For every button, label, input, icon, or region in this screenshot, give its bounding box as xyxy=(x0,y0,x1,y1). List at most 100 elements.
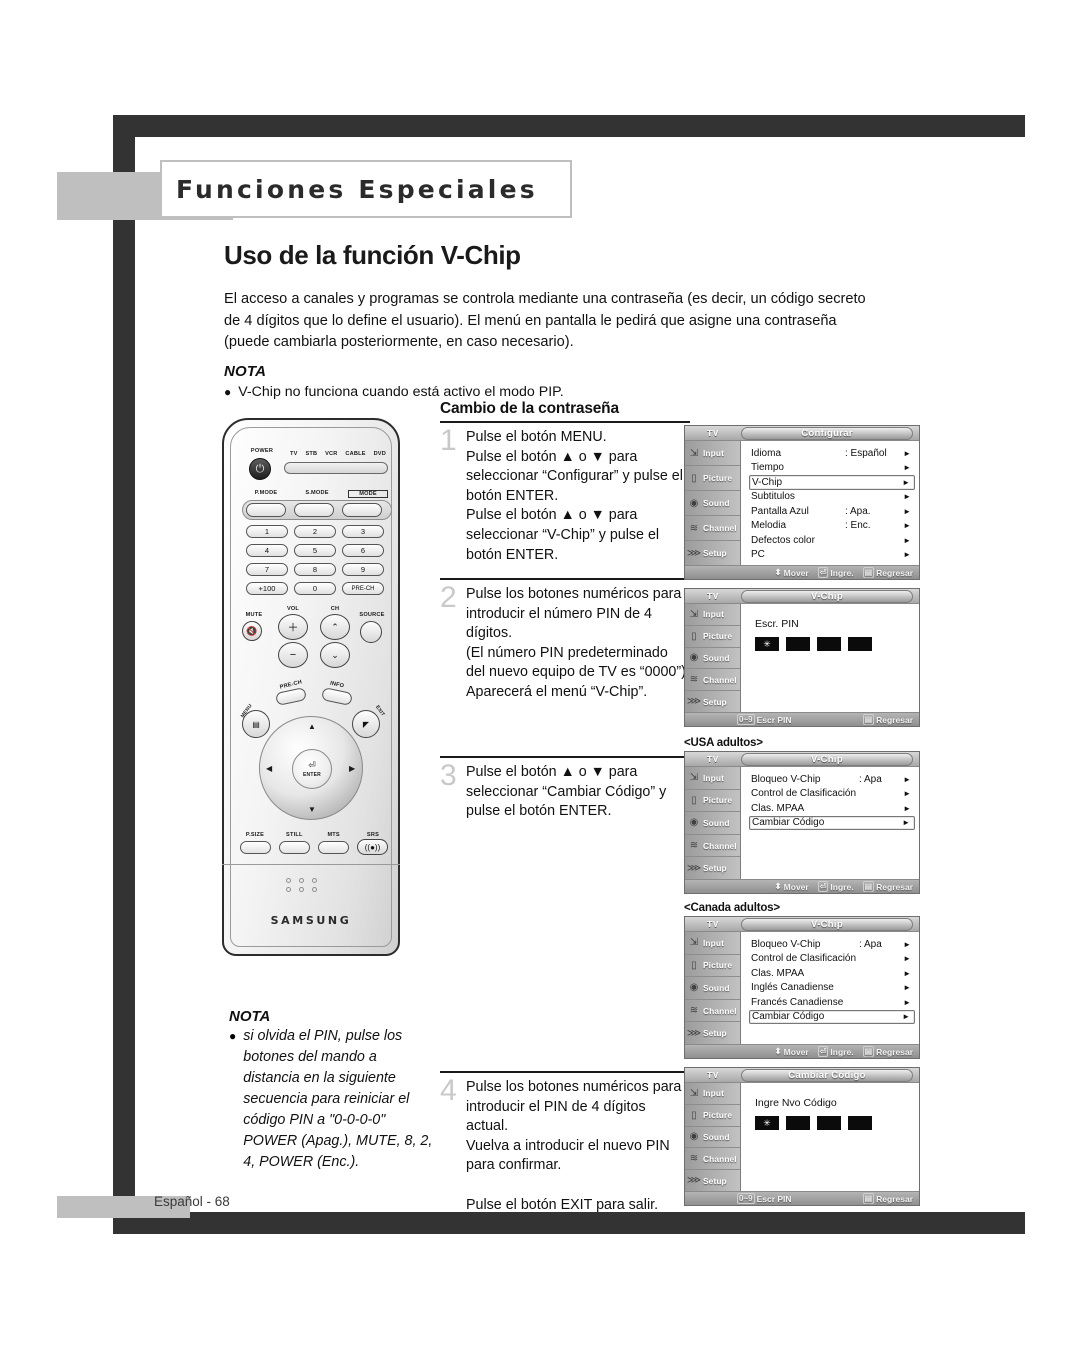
sidebar-item-sound[interactable]: ◉ Sound xyxy=(685,812,740,835)
pmode-button[interactable] xyxy=(246,503,286,517)
osd-body: ⇲ Input ▯ Picture ◉ Sound ≋ Channel ⋙ Se… xyxy=(685,932,919,1044)
sidebar-item-picture[interactable]: ▯ Picture xyxy=(685,1105,740,1127)
pin-boxes[interactable]: ✳ xyxy=(755,637,919,651)
srs-button[interactable]: ((●)) xyxy=(357,839,388,855)
menu-row[interactable]: Clas. MPAA ► xyxy=(749,966,915,981)
menu-row[interactable]: Subtitulos ► xyxy=(749,490,915,505)
vol-label: VOL xyxy=(286,606,300,612)
menu-row-selected[interactable]: Cambiar Código ► xyxy=(749,815,915,830)
footer-return-label: Regresar xyxy=(876,1193,913,1204)
num-key-4[interactable]: 4 xyxy=(246,544,288,557)
mute-label: MUTE xyxy=(245,612,263,618)
channel-down-button[interactable]: ⌄ xyxy=(320,642,350,668)
mts-button[interactable] xyxy=(318,841,349,854)
num-key-plus100[interactable]: +100 xyxy=(246,582,288,595)
step-4: 4 Pulse los botones numéricos para intro… xyxy=(440,1071,690,1241)
sidebar-item-input[interactable]: ⇲ Input xyxy=(685,604,740,626)
brand-logo: SAMSUNG xyxy=(270,914,352,927)
still-button[interactable] xyxy=(279,841,310,854)
pre-ch-button[interactable]: PRE-CH xyxy=(342,582,384,595)
channel-up-button[interactable]: ⌃ xyxy=(320,614,350,640)
pin-digit-2[interactable] xyxy=(786,637,810,651)
num-key-3[interactable]: 3 xyxy=(342,525,384,538)
sidebar-item-channel[interactable]: ≋ Channel xyxy=(685,1148,740,1171)
sidebar-item-channel[interactable]: ≋ Channel xyxy=(685,1000,740,1023)
pin-digit-1[interactable]: ✳ xyxy=(755,637,779,651)
num-key-0[interactable]: 0 xyxy=(294,582,336,595)
sidebar-label: Setup xyxy=(703,548,727,558)
sidebar-item-sound[interactable]: ◉ Sound xyxy=(685,1127,740,1149)
sidebar-item-setup[interactable]: ⋙ Setup xyxy=(685,857,740,879)
pin-digit-2[interactable] xyxy=(786,1116,810,1130)
sidebar-item-picture[interactable]: ▯ Picture xyxy=(685,955,740,978)
updown-icon: ⬍ xyxy=(774,567,782,577)
osd-tv-label: TV xyxy=(707,428,719,438)
sidebar-item-channel[interactable]: ≋ Channel xyxy=(685,669,740,692)
sidebar-item-input[interactable]: ⇲ Input xyxy=(685,1083,740,1105)
menu-row[interactable]: Clas. MPAA ► xyxy=(749,801,915,816)
pin-boxes[interactable]: ✳ xyxy=(755,1116,919,1130)
sidebar-item-input[interactable]: ⇲ Input xyxy=(685,441,740,466)
sidebar-item-input[interactable]: ⇲ Input xyxy=(685,767,740,790)
sidebar-item-input[interactable]: ⇲ Input xyxy=(685,932,740,955)
pin-digit-3[interactable] xyxy=(817,637,841,651)
menu-row[interactable]: Inglés Canadiense ► xyxy=(749,981,915,996)
sidebar-item-sound[interactable]: ◉ Sound xyxy=(685,977,740,1000)
pin-digit-3[interactable] xyxy=(817,1116,841,1130)
sidebar-item-setup[interactable]: ⋙ Setup xyxy=(685,691,740,712)
num-key-1[interactable]: 1 xyxy=(246,525,288,538)
sidebar-item-picture[interactable]: ▯ Picture xyxy=(685,626,740,648)
num-key-5[interactable]: 5 xyxy=(294,544,336,557)
dpad-right-icon[interactable]: ▶ xyxy=(349,764,355,773)
menu-row[interactable]: Idioma : Español ► xyxy=(749,446,915,461)
dpad-up-icon[interactable]: ▲ xyxy=(308,722,316,731)
menu-row[interactable]: Control de Clasificación ► xyxy=(749,952,915,967)
num-key-6[interactable]: 6 xyxy=(342,544,384,557)
menu-row[interactable]: PC ► xyxy=(749,548,915,563)
sidebar-item-picture[interactable]: ▯ Picture xyxy=(685,466,740,491)
sidebar-item-picture[interactable]: ▯ Picture xyxy=(685,790,740,813)
mode-button[interactable] xyxy=(342,503,382,517)
device-mode-strip[interactable] xyxy=(284,462,388,474)
exit-button[interactable]: ◤ xyxy=(352,710,380,738)
sidebar-item-sound[interactable]: ◉ Sound xyxy=(685,491,740,516)
menu-row[interactable]: Bloqueo V-Chip : Apa ► xyxy=(749,937,915,952)
volume-up-button[interactable]: ＋ xyxy=(278,614,308,640)
sidebar-item-setup[interactable]: ⋙ Setup xyxy=(685,1170,740,1191)
sidebar-item-channel[interactable]: ≋ Channel xyxy=(685,516,740,541)
menu-row[interactable]: Melodia : Enc. ► xyxy=(749,519,915,534)
menu-row-selected[interactable]: V-Chip ► xyxy=(749,475,915,490)
num-key-8[interactable]: 8 xyxy=(294,563,336,576)
num-key-9[interactable]: 9 xyxy=(342,563,384,576)
sidebar-label: Sound xyxy=(703,498,730,508)
sidebar-item-channel[interactable]: ≋ Channel xyxy=(685,835,740,858)
dpad-left-icon[interactable]: ◀ xyxy=(266,764,272,773)
volume-down-button[interactable]: − xyxy=(278,642,308,668)
num-key-7[interactable]: 7 xyxy=(246,563,288,576)
menu-row-selected[interactable]: Cambiar Código ► xyxy=(749,1009,915,1024)
sidebar-item-setup[interactable]: ⋙ Setup xyxy=(685,541,740,565)
sidebar-item-setup[interactable]: ⋙ Setup xyxy=(685,1022,740,1044)
mute-button[interactable]: 🔇 xyxy=(242,621,262,641)
psize-button[interactable] xyxy=(240,841,271,854)
sidebar-item-sound[interactable]: ◉ Sound xyxy=(685,648,740,670)
num-key-2[interactable]: 2 xyxy=(294,525,336,538)
menu-row[interactable]: Pantalla Azul : Apa. ► xyxy=(749,504,915,519)
menu-row[interactable]: Bloqueo V-Chip : Apa ► xyxy=(749,772,915,787)
dpad-down-icon[interactable]: ▼ xyxy=(308,805,316,814)
smode-button[interactable] xyxy=(294,503,334,517)
menu-key-icon: ▤ xyxy=(862,714,875,725)
pin-star-icon: ✳ xyxy=(763,1117,771,1128)
pmode-label: P.MODE xyxy=(254,490,278,496)
menu-row[interactable]: Francés Canadiense ► xyxy=(749,995,915,1010)
enter-button[interactable]: ⏎ ENTER xyxy=(292,749,332,789)
source-button[interactable] xyxy=(360,621,382,643)
pin-digit-4[interactable] xyxy=(848,1116,872,1130)
power-button[interactable]: ⏻ xyxy=(249,458,271,480)
menu-row[interactable]: Control de Clasificación ► xyxy=(749,787,915,802)
pin-digit-1[interactable]: ✳ xyxy=(755,1116,779,1130)
menu-row[interactable]: Tiempo ► xyxy=(749,461,915,476)
menu-row[interactable]: Defectos color ► xyxy=(749,533,915,548)
dpad[interactable]: ▲ ▼ ◀ ▶ ⏎ ENTER xyxy=(259,716,363,820)
pin-digit-4[interactable] xyxy=(848,637,872,651)
